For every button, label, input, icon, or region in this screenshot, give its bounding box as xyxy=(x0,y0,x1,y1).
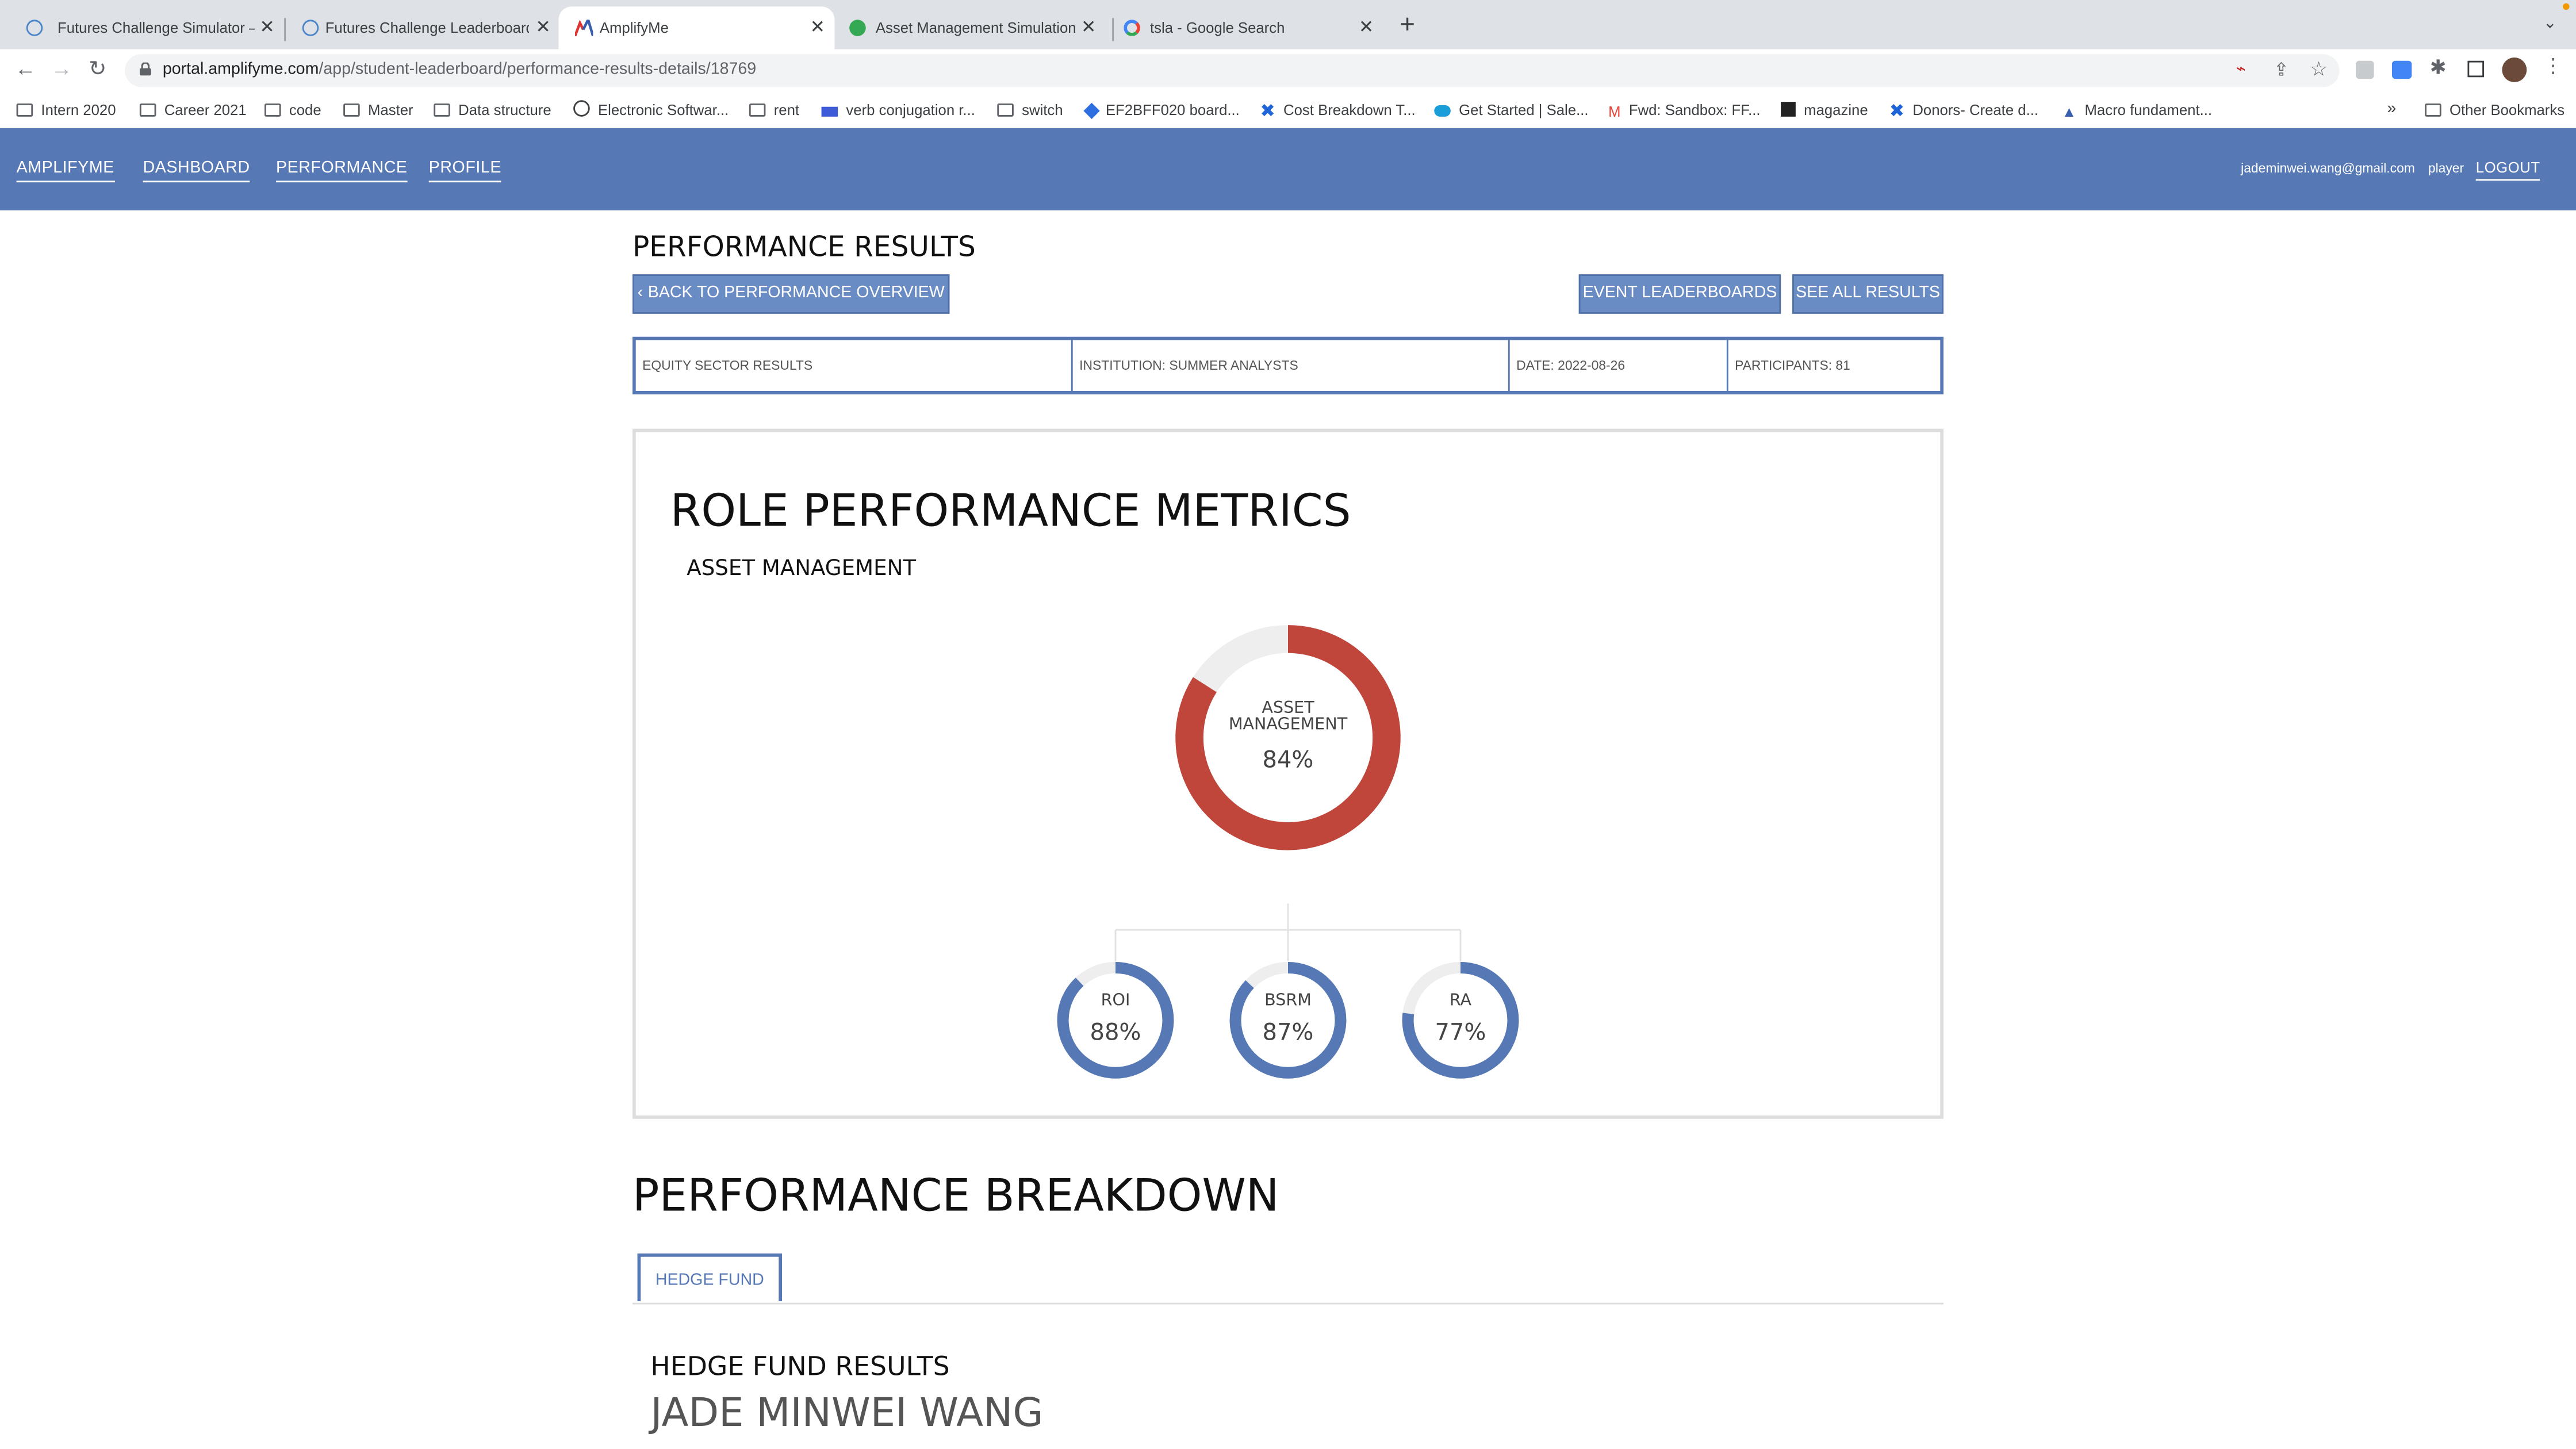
main-ring-label: ASSET MANAGEMENT xyxy=(1206,700,1370,735)
breakdown-title: PERFORMANCE BREAKDOWN xyxy=(632,1171,1279,1222)
breakdown-tabs: HEDGE FUND xyxy=(632,1254,1943,1305)
roi-value: 88% xyxy=(1090,1020,1141,1046)
bsrm-label: BSRM xyxy=(1264,992,1312,1011)
main-ring-label-line2: MANAGEMENT xyxy=(1228,716,1348,735)
bsrm-value: 87% xyxy=(1262,1020,1314,1046)
ra-value: 77% xyxy=(1435,1020,1486,1046)
tab-hedge-fund[interactable]: HEDGE FUND xyxy=(637,1254,782,1301)
roi-label: ROI xyxy=(1101,992,1130,1011)
player-name: JADE MINWEI WANG xyxy=(650,1390,1044,1436)
tree-connectors xyxy=(1114,903,1462,961)
main-ring-value: 84% xyxy=(1262,747,1314,774)
main-ring-label-line1: ASSET xyxy=(1262,700,1314,718)
ra-label: RA xyxy=(1449,992,1472,1011)
results-title: HEDGE FUND RESULTS xyxy=(650,1350,950,1382)
